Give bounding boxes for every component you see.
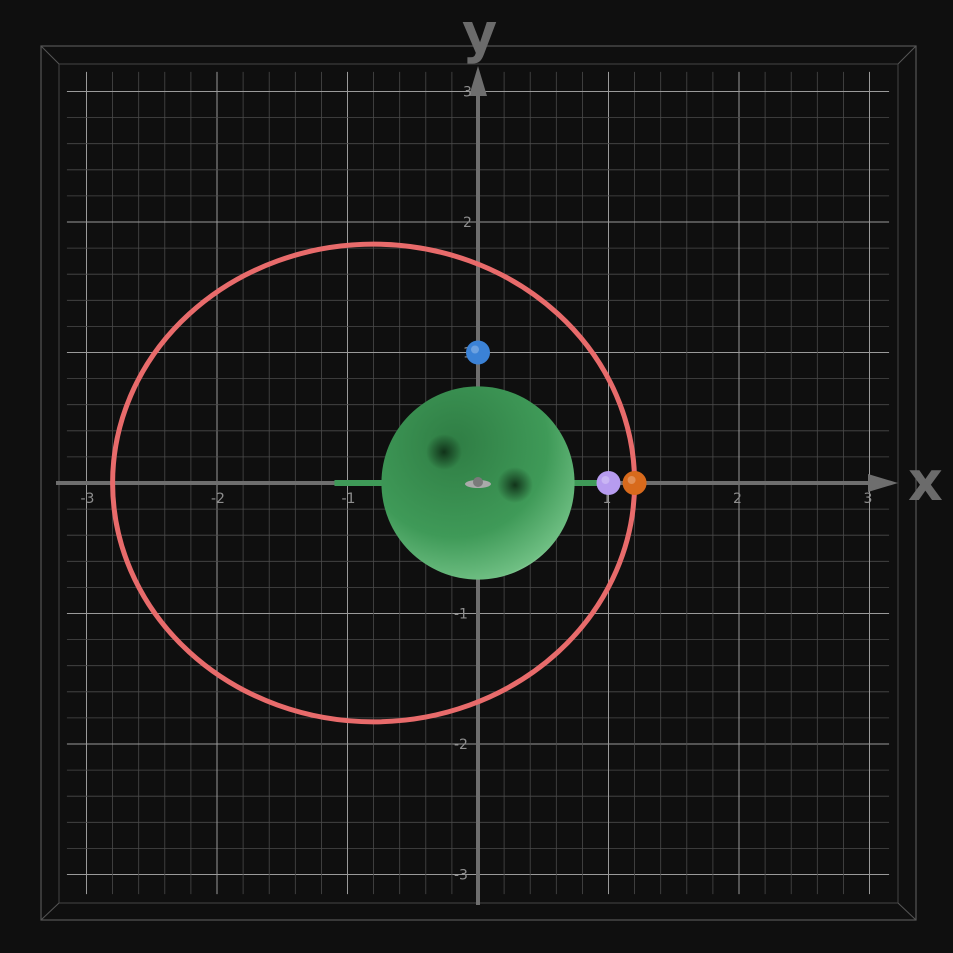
purple-point <box>596 471 621 495</box>
frame-corner <box>897 902 917 921</box>
sphere-spot <box>426 434 462 470</box>
frame-corner <box>40 902 60 921</box>
purple-point-highlight <box>601 476 610 484</box>
x-axis-arrow <box>868 474 898 492</box>
orbit-diagram: -3-3-2-2-1-1112233 x y <box>40 2 943 921</box>
pivot-knob <box>473 477 483 487</box>
x-tick-label: 3 <box>864 491 873 507</box>
central-sphere <box>381 386 575 580</box>
orange-point <box>622 471 647 495</box>
orange-point-highlight <box>627 476 636 484</box>
x-tick-label: -2 <box>211 491 225 507</box>
y-tick-label: -1 <box>454 607 468 623</box>
frame-corner <box>40 45 60 65</box>
y-tick-label: 2 <box>463 215 472 231</box>
y-tick-label: 3 <box>463 85 472 101</box>
blue-point-highlight <box>471 345 479 354</box>
sphere-spot <box>497 467 533 503</box>
frame-corner <box>897 45 917 65</box>
y-tick-label: -2 <box>454 737 468 753</box>
x-axis-label: x <box>908 450 943 513</box>
x-tick-label: 2 <box>733 491 742 507</box>
x-tick-label: -1 <box>342 491 356 507</box>
y-axis-label: y <box>462 2 497 65</box>
blue-point <box>466 340 490 365</box>
x-tick-label: -3 <box>81 491 95 507</box>
y-tick-label: -3 <box>454 868 468 884</box>
